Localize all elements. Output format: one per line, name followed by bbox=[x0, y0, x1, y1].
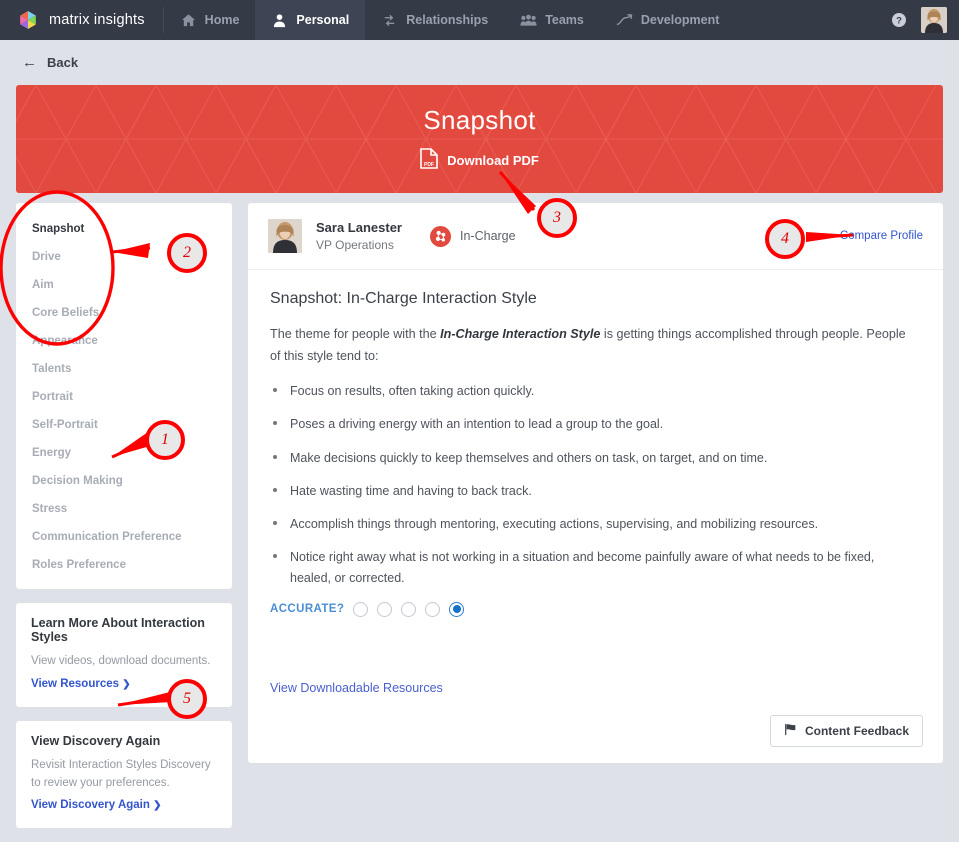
accuracy-option-5[interactable] bbox=[449, 601, 465, 617]
profile-role: VP Operations bbox=[316, 237, 394, 252]
download-pdf-label: Download PDF bbox=[447, 153, 539, 168]
sidebar-item-stress[interactable]: Stress bbox=[16, 495, 232, 523]
intro-emphasis: In-Charge Interaction Style bbox=[440, 327, 601, 341]
sidebar-item-energy[interactable]: Energy bbox=[16, 439, 232, 467]
nav-item-relationships[interactable]: Relationships bbox=[365, 0, 504, 40]
sidebar-item-portrait[interactable]: Portrait bbox=[16, 383, 232, 411]
nav-right-group: ? bbox=[891, 0, 959, 40]
sidebar-item-communication-preference[interactable]: Communication Preference bbox=[16, 523, 232, 551]
interaction-style-chip: In-Charge bbox=[430, 225, 516, 247]
interaction-style-label: In-Charge bbox=[460, 229, 516, 243]
nav-item-personal-label: Personal bbox=[296, 13, 350, 27]
nav-item-teams[interactable]: Teams bbox=[504, 0, 600, 40]
list-item: Accomplish things through mentoring, exe… bbox=[270, 514, 915, 534]
accuracy-label: ACCURATE? bbox=[270, 603, 345, 616]
nav-item-home[interactable]: Home bbox=[164, 0, 256, 40]
view-downloadable-resources-link[interactable]: View Downloadable Resources bbox=[270, 681, 443, 695]
back-bar: ← Back bbox=[0, 40, 959, 85]
chevron-right-icon: ❯ bbox=[153, 800, 162, 812]
view-resources-link[interactable]: View Resources ❯ bbox=[31, 678, 131, 690]
pdf-file-icon: PDF bbox=[420, 147, 438, 174]
view-resources-label: View Resources bbox=[31, 677, 120, 690]
trait-list: Focus on results, often taking action qu… bbox=[270, 381, 921, 588]
learn-more-title: Learn More About Interaction Styles bbox=[31, 616, 205, 644]
intro-before: The theme for people with the bbox=[270, 327, 441, 341]
sidebar-item-appearance[interactable]: Appearance bbox=[16, 327, 232, 355]
nav-item-home-label: Home bbox=[204, 13, 240, 27]
banner-pattern bbox=[16, 85, 943, 193]
exchange-arrows-icon bbox=[381, 12, 398, 29]
content-feedback-label: Content Feedback bbox=[804, 723, 909, 738]
list-item: Focus on results, often taking action qu… bbox=[270, 381, 915, 401]
back-button[interactable]: Back bbox=[47, 55, 78, 70]
download-pdf-button[interactable]: PDF Download PDF bbox=[420, 147, 539, 174]
nav-items: Home Personal Relationships Teams Develo… bbox=[164, 0, 736, 40]
view-discovery-card: View Discovery Again Revisit Interaction… bbox=[16, 720, 232, 829]
view-discovery-title: View Discovery Again bbox=[31, 733, 161, 748]
view-discovery-again-link[interactable]: View Discovery Again ❯ bbox=[31, 799, 161, 811]
list-item: Poses a driving energy with an intention… bbox=[270, 414, 915, 434]
list-item: Hate wasting time and having to back tra… bbox=[270, 481, 915, 501]
sidebar-item-self-portrait[interactable]: Self-Portrait bbox=[16, 411, 232, 439]
avatar bbox=[268, 219, 302, 253]
nav-item-personal[interactable]: Personal bbox=[255, 0, 366, 40]
person-icon bbox=[271, 12, 288, 29]
chevron-right-icon: ❯ bbox=[122, 678, 131, 690]
compare-profile-link[interactable]: Compare Profile bbox=[840, 230, 923, 242]
snapshot-banner: Snapshot PDF Download PDF bbox=[16, 85, 943, 193]
sidebar-item-drive[interactable]: Drive bbox=[16, 243, 232, 271]
nav-item-development[interactable]: Development bbox=[600, 0, 736, 40]
sidebar-item-decision-making[interactable]: Decision Making bbox=[16, 467, 232, 495]
learn-more-card: Learn More About Interaction Styles View… bbox=[16, 603, 232, 707]
nav-item-teams-label: Teams bbox=[545, 13, 584, 27]
sidebar-item-aim[interactable]: Aim bbox=[16, 271, 232, 299]
main-content: Sara Lanester VP Operations In-Charge Co… bbox=[248, 203, 943, 763]
view-discovery-again-label: View Discovery Again bbox=[31, 799, 150, 812]
accuracy-option-3[interactable] bbox=[401, 601, 417, 617]
top-navigation-bar: matrix insights Home Personal Relationsh… bbox=[0, 0, 959, 40]
accuracy-option-4[interactable] bbox=[425, 601, 441, 617]
interaction-style-icon bbox=[430, 225, 451, 247]
accuracy-option-2[interactable] bbox=[377, 601, 393, 617]
flag-icon bbox=[784, 723, 797, 739]
banner-title: Snapshot bbox=[423, 104, 536, 135]
avatar[interactable] bbox=[921, 7, 947, 33]
home-icon bbox=[180, 12, 197, 29]
trend-line-icon bbox=[616, 12, 633, 29]
page-layout: Snapshot Drive Aim Core Beliefs Appearan… bbox=[0, 193, 959, 829]
profile-name: Sara Lanester bbox=[316, 220, 402, 236]
sidebar-item-snapshot[interactable]: Snapshot bbox=[16, 215, 232, 243]
svg-text:?: ? bbox=[896, 16, 902, 27]
snapshot-body: Snapshot: In-Charge Interaction Style Th… bbox=[248, 270, 943, 697]
nav-item-development-label: Development bbox=[640, 13, 720, 27]
arrow-left-icon[interactable]: ← bbox=[22, 55, 37, 70]
accuracy-option-1[interactable] bbox=[353, 601, 369, 617]
profile-identity: Sara Lanester VP Operations bbox=[316, 219, 402, 253]
brand[interactable]: matrix insights bbox=[0, 0, 163, 40]
nav-item-relationships-label: Relationships bbox=[406, 13, 489, 27]
help-circle-icon[interactable]: ? bbox=[891, 12, 907, 28]
sidebar-item-talents[interactable]: Talents bbox=[16, 355, 232, 383]
brand-name: matrix insights bbox=[49, 12, 145, 28]
people-group-icon bbox=[520, 12, 537, 29]
profile-header: Sara Lanester VP Operations In-Charge Co… bbox=[248, 203, 943, 270]
snapshot-card: Sara Lanester VP Operations In-Charge Co… bbox=[248, 203, 943, 763]
list-item: Make decisions quickly to keep themselve… bbox=[270, 448, 915, 468]
hexagon-pinwheel-logo-icon bbox=[16, 8, 40, 32]
intro-paragraph: The theme for people with the In-Charge … bbox=[270, 323, 910, 367]
accuracy-rating: ACCURATE? bbox=[270, 601, 921, 617]
sidebar-item-core-beliefs[interactable]: Core Beliefs bbox=[16, 299, 232, 327]
sidebar-item-roles-preference[interactable]: Roles Preference bbox=[16, 551, 232, 579]
page-title: Snapshot: In-Charge Interaction Style bbox=[270, 290, 537, 307]
card-footer: Content Feedback bbox=[248, 697, 943, 763]
svg-text:PDF: PDF bbox=[424, 162, 434, 168]
list-item: Notice right away what is not working in… bbox=[270, 547, 915, 588]
sidebar-nav: Snapshot Drive Aim Core Beliefs Appearan… bbox=[16, 203, 232, 589]
sidebar: Snapshot Drive Aim Core Beliefs Appearan… bbox=[16, 203, 232, 829]
content-feedback-button[interactable]: Content Feedback bbox=[769, 714, 923, 747]
learn-more-text: View videos, download documents. bbox=[31, 655, 211, 667]
view-discovery-text: Revisit Interaction Styles Discovery to … bbox=[31, 758, 211, 789]
